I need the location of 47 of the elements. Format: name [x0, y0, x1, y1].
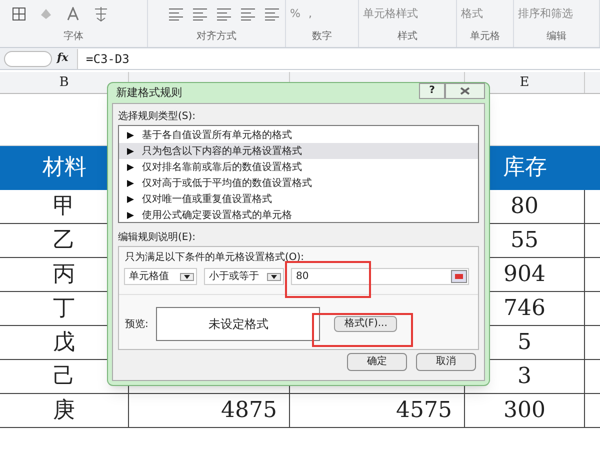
- caret-icon: [183, 274, 191, 280]
- section-label: 选择规则类型(S):: [118, 110, 197, 124]
- triangle-icon: [127, 132, 134, 138]
- group-label: 编辑: [546, 30, 568, 44]
- phonetic-icon[interactable]: [92, 6, 110, 22]
- rule-type-item[interactable]: 只为包含以下内容的单元格设置格式: [119, 143, 478, 159]
- table-cell: 庚: [0, 394, 129, 427]
- group-label: 样式: [396, 30, 418, 44]
- rule-type-item[interactable]: 仅对高于或低于平均值的数值设置格式: [119, 175, 478, 191]
- align-icon[interactable]: [192, 7, 208, 21]
- align-icon[interactable]: [168, 7, 184, 21]
- format-button[interactable]: 格式(F)...: [334, 316, 398, 332]
- function-label[interactable]: fx: [57, 50, 77, 67]
- triangle-icon: [127, 164, 134, 170]
- triangle-icon: [127, 148, 134, 154]
- group-label: 字体: [62, 30, 84, 44]
- triangle-icon: [127, 212, 134, 218]
- cell-value-dropdown[interactable]: 单元格值: [124, 268, 197, 285]
- dialog-button[interactable]: 确定: [347, 353, 407, 371]
- preview-box: 未设定格式: [156, 307, 320, 341]
- formula-field[interactable]: =C3-D3: [77, 48, 600, 68]
- table-header-cell-text: 库存: [502, 154, 548, 182]
- align-icon[interactable]: [240, 7, 256, 21]
- help-button[interactable]: ?: [419, 83, 445, 99]
- table-cell: 4575: [290, 394, 465, 427]
- caret-icon: [270, 274, 278, 280]
- group-label: 数字: [311, 30, 333, 44]
- fill-color-icon[interactable]: [38, 7, 54, 21]
- group-label: 单元格: [469, 30, 501, 44]
- border-icon[interactable]: [12, 7, 26, 21]
- range-picker-icon[interactable]: [451, 270, 467, 283]
- rule-type-item[interactable]: 基于各自值设置所有单元格的格式: [119, 127, 478, 143]
- dialog-button[interactable]: 取消: [416, 353, 476, 371]
- operator-dropdown[interactable]: 小于或等于: [204, 268, 284, 285]
- value-field[interactable]: 80: [291, 268, 469, 285]
- triangle-icon: [127, 180, 134, 186]
- table-cell: 300: [465, 394, 585, 427]
- triangle-icon: [127, 196, 134, 202]
- align-icon[interactable]: [264, 7, 280, 21]
- table-cell: 4875: [129, 394, 290, 427]
- close-button[interactable]: [445, 83, 485, 99]
- close-icon: [460, 87, 470, 95]
- align-icon[interactable]: [216, 7, 232, 21]
- group-label: 对齐方式: [196, 30, 238, 44]
- font-color-icon[interactable]: [66, 7, 80, 21]
- rule-type-item[interactable]: 仅对排名靠前或靠后的数值设置格式: [119, 159, 478, 175]
- table-header-cell-text: 材料: [42, 154, 88, 182]
